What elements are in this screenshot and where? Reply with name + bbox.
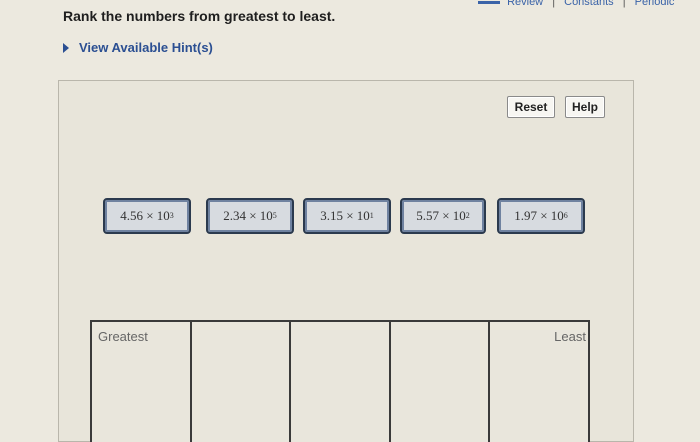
tile-exponent: 6 [563,210,568,220]
view-hints-label: View Available Hint(s) [79,40,213,55]
tile-coefficient: 5.57 [416,208,439,223]
drop-slot[interactable] [388,322,489,442]
separator: | [552,0,556,8]
top-links: Review | Constants | Periodic [478,0,700,8]
tile-base: 10 [550,208,564,223]
reset-button[interactable]: Reset [507,96,555,118]
answer-tile[interactable]: 4.56 × 10 3 [103,198,191,234]
least-label: Least [554,329,586,344]
tile-coefficient: 1.97 [514,208,537,223]
drop-slot-least[interactable]: Least [488,322,590,442]
times-sign: × [442,208,450,223]
triangle-right-icon [63,42,69,53]
drop-slot-greatest[interactable]: Greatest [90,322,190,442]
answer-tile[interactable]: 2.34 × 10 5 [206,198,294,234]
drop-slot[interactable] [189,322,290,442]
review-link[interactable]: Review [507,0,543,8]
times-sign: × [146,208,154,223]
tile-coefficient: 3.15 [320,208,343,223]
tile-exponent: 3 [169,210,174,220]
answer-tile[interactable]: 1.97 × 10 6 [497,198,585,234]
view-hints-link[interactable]: View Available Hint(s) [63,40,213,55]
answer-tile[interactable]: 5.57 × 10 2 [400,198,486,234]
tile-exponent: 5 [272,210,277,220]
tile-exponent: 1 [369,210,374,220]
times-sign: × [540,208,548,223]
question-text: Rank the numbers from greatest to least. [63,8,336,24]
drop-slot[interactable] [289,322,389,442]
tile-base: 10 [259,208,273,223]
answer-tile[interactable]: 3.15 × 10 1 [303,198,391,234]
tile-base: 10 [452,208,466,223]
greatest-label: Greatest [98,329,148,344]
help-button[interactable]: Help [565,96,605,118]
tile-exponent: 2 [465,210,470,220]
constants-link[interactable]: Constants [564,0,614,8]
tile-coefficient: 4.56 [120,208,143,223]
periodic-link[interactable]: Periodic [635,0,675,8]
tile-coefficient: 2.34 [223,208,246,223]
times-sign: × [249,208,257,223]
times-sign: × [346,208,354,223]
ranking-slots: Greatest Least [90,320,590,442]
tile-base: 10 [156,208,170,223]
tile-base: 10 [356,208,370,223]
menu-dash-icon [478,0,500,4]
separator: | [622,0,626,8]
